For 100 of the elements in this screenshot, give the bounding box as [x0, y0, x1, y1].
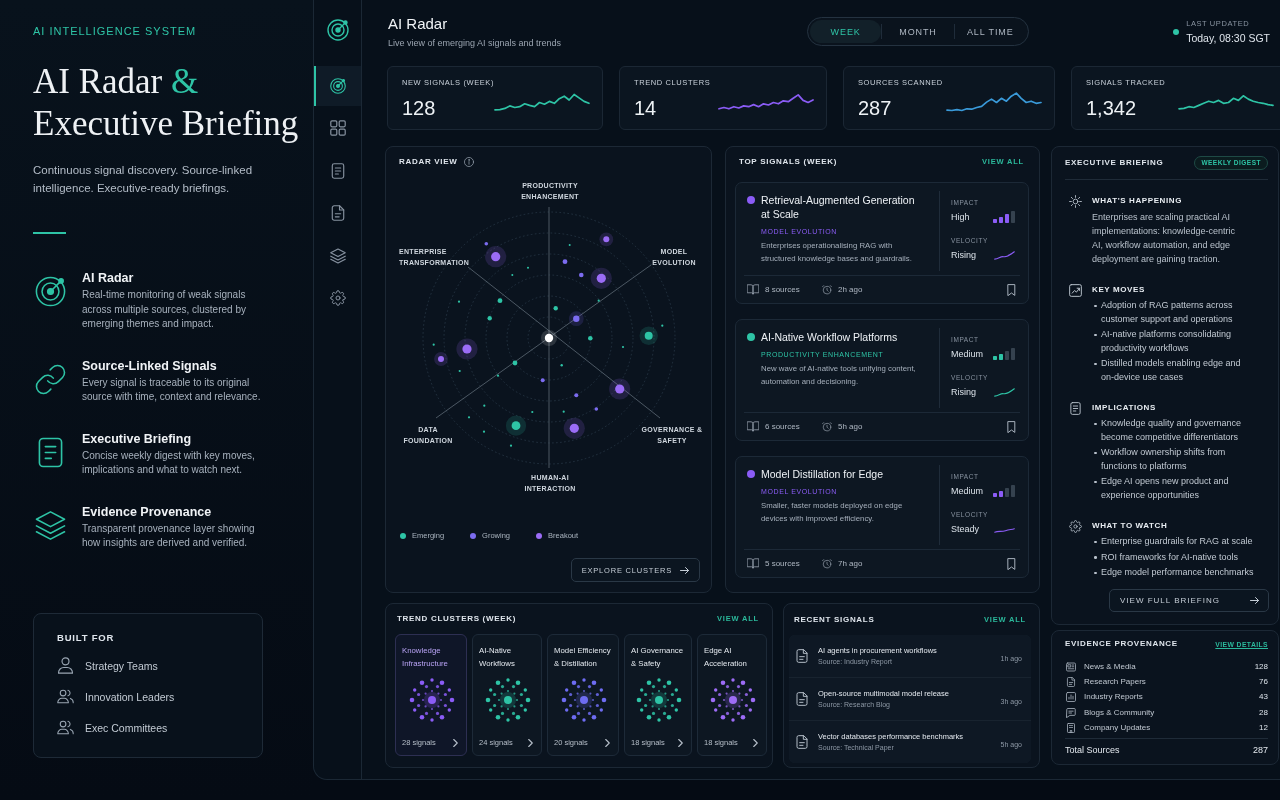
section-heading: IMPLICATIONS: [1092, 402, 1157, 413]
feature-description: Transparent provenance layer showing how insights are derived and verified.: [82, 521, 256, 550]
panel-title: RADAR VIEW: [399, 157, 458, 167]
signal-dot: [562, 410, 565, 413]
source-type-count: 128: [1254, 662, 1268, 673]
audience-label: Strategy Teams: [85, 658, 158, 673]
bullet-text: ROI frameworks for AI-native tools: [1101, 550, 1239, 564]
signal-dot: [560, 364, 563, 367]
period-tab[interactable]: ALL TIME: [954, 20, 1026, 43]
period-tab[interactable]: MONTH: [882, 20, 954, 43]
impact-value: High: [951, 211, 970, 223]
page-title: AI Radar: [388, 15, 449, 33]
time-label: 5h ago: [838, 421, 863, 432]
bookmark-icon[interactable]: [1007, 557, 1016, 570]
view-full-briefing-button[interactable]: VIEW FULL BRIEFING: [1109, 589, 1269, 612]
section-heading: WHAT'S HAPPENING: [1092, 195, 1184, 206]
radar-icon: [35, 276, 66, 307]
source-type-count: 43: [1259, 692, 1268, 703]
feature-description: Every signal is traceable to its original source with time, context and relevance.: [82, 375, 262, 404]
time-label: 7h ago: [838, 558, 863, 569]
signal-dot: [590, 267, 612, 289]
audience-label: Innovation Leaders: [85, 689, 175, 704]
signal-dot: [540, 378, 545, 383]
bookmark-icon[interactable]: [1007, 420, 1016, 433]
trend-line-icon: [994, 387, 1015, 397]
audience-label: Exec Committees: [85, 720, 168, 735]
panel-title: EXECUTIVE BRIEFING: [1065, 158, 1164, 168]
source-type-count: 76: [1259, 677, 1268, 688]
source-type-label: News & Media: [1084, 662, 1136, 673]
period-tab[interactable]: WEEK: [810, 20, 882, 43]
source-type-count: 12: [1259, 722, 1268, 733]
bookmark-icon[interactable]: [1007, 283, 1016, 296]
document-icon: [329, 205, 346, 222]
signal-title: Retrieval-Augmented Generation at Scale: [761, 193, 916, 221]
arrow-icon: [1250, 597, 1259, 604]
bullet-icon: [1094, 422, 1097, 425]
newspaper-icon: [1066, 662, 1076, 673]
bullet-text: Edge AI opens new product and experience opportunities: [1101, 475, 1230, 502]
info-icon: [463, 157, 474, 167]
signal-dot: [563, 417, 585, 439]
signal-dot: [458, 369, 461, 373]
total-value: 287: [1252, 744, 1268, 756]
built-for-heading: BUILT FOR: [57, 631, 116, 644]
stat-value: 287: [858, 96, 893, 120]
source-type-count: 28: [1259, 707, 1268, 718]
feature-description: Real-time monitoring of weak signals across multiple sources, clustered by emerging themes and impact.: [82, 288, 247, 331]
bar-chart-icon: [1066, 692, 1076, 703]
document-icon: [796, 649, 808, 663]
panel-title: TOP SIGNALS (WEEK): [739, 157, 838, 168]
book-icon: [747, 421, 759, 432]
velocity-value: Rising: [951, 386, 976, 398]
signal-title: AI-Native Workflow Platforms: [761, 330, 899, 344]
book-icon: [747, 284, 759, 295]
signal-dot: [497, 298, 503, 304]
last-updated-time: Today, 08:30 SGT: [1186, 31, 1270, 45]
bullet-text: Distilled models enabling edge and on-device use cases: [1101, 357, 1242, 384]
link-icon: [35, 363, 66, 395]
bullet-text: Workflow ownership shifts from functions to platforms: [1101, 446, 1227, 473]
signal-dot: [574, 393, 579, 398]
time-label: 2h ago: [838, 284, 863, 295]
bullet-text: Knowledge quality and governance become competitive differentiators: [1101, 417, 1243, 444]
total-label: Total Sources: [1065, 744, 1120, 756]
page-subtitle: Live view of emerging AI signals and trends: [388, 37, 563, 49]
hero-subtitle: Continuous signal discovery. Source-linked intelligence. Executive-ready briefings.: [33, 163, 254, 196]
signal-dot: [553, 306, 558, 311]
feature-title: Executive Briefing: [82, 430, 193, 447]
signal-dot: [568, 311, 584, 327]
book-icon: [747, 558, 759, 569]
nav-button[interactable]: [314, 66, 361, 106]
signal-dot: [456, 338, 478, 360]
chart-icon: [1069, 284, 1082, 297]
signal-dot: [597, 299, 600, 302]
panel-title: RECENT SIGNALS: [794, 614, 875, 625]
source-type-label: Blogs & Community: [1084, 707, 1155, 718]
building-icon: [1066, 722, 1076, 733]
signal-dot: [594, 407, 599, 411]
bullet-icon: [1094, 304, 1097, 307]
signal-dot: [512, 360, 518, 366]
stat-value: 14: [634, 96, 658, 120]
velocity-value: Steady: [951, 523, 980, 535]
radar-center-dot: [541, 330, 557, 346]
bullet-icon: [1094, 451, 1097, 454]
signal-dot: [588, 336, 593, 341]
feature-title: AI Radar: [82, 270, 135, 286]
hero-title: AI Radar & Executive Briefing: [33, 61, 299, 145]
signal-dot: [621, 345, 625, 349]
signal-dot: [609, 378, 631, 400]
source-type-label: Research Papers: [1084, 677, 1146, 688]
section-heading: KEY MOVES: [1092, 284, 1146, 295]
signal-dot: [457, 300, 461, 303]
chevron-icon: [528, 739, 533, 747]
stat-value: 1,342: [1086, 96, 1138, 120]
impact-value: Medium: [951, 485, 983, 497]
person-icon: [57, 657, 74, 674]
chevron-icon: [753, 739, 758, 747]
signal-dot: [432, 343, 435, 346]
bullet-icon: [1094, 571, 1097, 574]
grid-icon: [329, 120, 346, 137]
panel-title: EVIDENCE PROVENANCE: [1065, 639, 1178, 649]
feature-title: Source-Linked Signals: [82, 357, 218, 374]
